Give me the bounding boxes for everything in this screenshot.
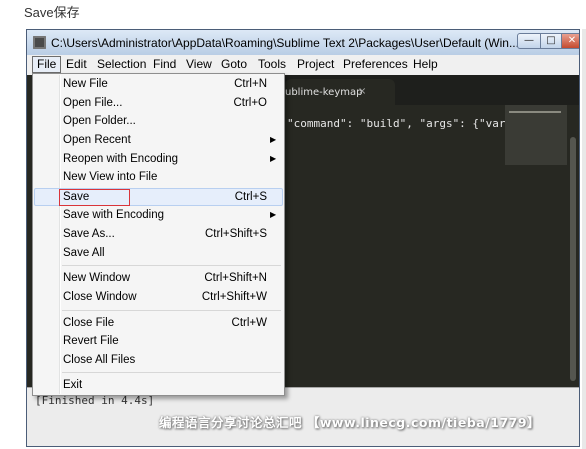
menu-item-save-with-encoding[interactable]: Save with Encoding ▶ xyxy=(34,206,283,224)
menu-item-label: Save with Encoding xyxy=(63,209,165,221)
tab-strip: ublime-keymap × xyxy=(285,75,579,105)
menu-item-save-as[interactable]: Save As... Ctrl+Shift+S xyxy=(34,225,283,243)
menu-item-label: Open File... xyxy=(63,97,123,109)
menu-item-label: New File xyxy=(63,78,108,90)
menu-goto[interactable]: Goto xyxy=(217,56,251,73)
menu-item-label: Save All xyxy=(63,247,105,259)
tab-close-icon[interactable]: × xyxy=(358,86,366,97)
menu-item-open-folder[interactable]: Open Folder... xyxy=(34,112,283,130)
menu-item-label: Save As... xyxy=(63,228,115,240)
menu-item-open-recent[interactable]: Open Recent ▶ xyxy=(34,131,283,149)
minimap[interactable] xyxy=(505,105,567,165)
menu-item-label: Close Window xyxy=(63,291,137,303)
menu-item-close-all-files[interactable]: Close All Files xyxy=(34,351,283,369)
tab-keymap[interactable]: ublime-keymap × xyxy=(285,79,395,105)
vertical-scrollbar[interactable] xyxy=(570,137,576,381)
page-edge-shade xyxy=(582,29,586,449)
menu-item-label: Reopen with Encoding xyxy=(63,153,179,165)
menu-item-close-file[interactable]: Close File Ctrl+W xyxy=(34,314,283,332)
menu-item-new-view-into-file[interactable]: New View into File xyxy=(34,168,283,186)
submenu-arrow-icon: ▶ xyxy=(270,135,277,144)
annotation-highlight-box xyxy=(59,189,130,206)
menu-edit[interactable]: Edit xyxy=(62,56,91,73)
menu-item-shortcut: Ctrl+O xyxy=(233,97,267,109)
title-bar[interactable]: C:\Users\Administrator\AppData\Roaming\S… xyxy=(27,30,579,55)
menu-item-label: New Window xyxy=(63,272,131,284)
menu-separator xyxy=(62,372,281,373)
menu-preferences[interactable]: Preferences xyxy=(339,56,412,73)
watermark-text: 编程语言分享讨论总汇吧 【www.linecg.com/tieba/1779】 xyxy=(159,415,541,430)
app-icon xyxy=(33,36,46,49)
menu-item-label: Exit xyxy=(63,379,83,391)
tab-label: ublime-keymap xyxy=(285,87,363,98)
menu-find[interactable]: Find xyxy=(149,56,180,73)
menu-item-exit[interactable]: Exit xyxy=(34,376,283,394)
console-panel[interactable]: [Finished in 4.4s] 编程语言分享讨论总汇吧 【www.line… xyxy=(27,387,579,446)
menu-item-open-file[interactable]: Open File... Ctrl+O xyxy=(34,94,283,112)
menu-item-new-window[interactable]: New Window Ctrl+Shift+N xyxy=(34,269,283,287)
menu-help[interactable]: Help xyxy=(409,56,442,73)
menu-item-shortcut: Ctrl+W xyxy=(231,317,267,329)
menu-item-label: Close All Files xyxy=(63,354,136,366)
code-line[interactable]: "command": "build", "args": {"variant xyxy=(287,117,505,130)
submenu-arrow-icon: ▶ xyxy=(270,210,277,219)
menu-item-label: Close File xyxy=(63,317,115,329)
menu-item-close-window[interactable]: Close Window Ctrl+Shift+W xyxy=(34,288,283,306)
minimize-button[interactable]: — xyxy=(517,33,541,49)
menu-item-shortcut: Ctrl+Shift+W xyxy=(201,291,267,303)
close-button[interactable]: ✕ xyxy=(561,33,579,49)
file-menu-dropdown: New File Ctrl+N Open File... Ctrl+O Open… xyxy=(32,73,285,396)
minimap-line xyxy=(509,111,561,113)
menu-project[interactable]: Project xyxy=(293,56,338,73)
menu-item-label: New View into File xyxy=(63,171,158,183)
submenu-arrow-icon: ▶ xyxy=(270,154,277,163)
menu-separator xyxy=(62,310,281,311)
maximize-button[interactable]: □ xyxy=(540,33,562,49)
page-heading: Save保存 xyxy=(24,5,80,20)
menu-item-save-all[interactable]: Save All xyxy=(34,244,283,262)
menu-item-label: Revert File xyxy=(63,335,119,347)
menu-separator xyxy=(62,265,281,266)
menu-item-shortcut: Ctrl+Shift+S xyxy=(205,228,267,240)
menu-item-shortcut: Ctrl+S xyxy=(234,191,267,203)
menu-item-shortcut: Ctrl+N xyxy=(234,78,267,90)
menu-item-new-file[interactable]: New File Ctrl+N xyxy=(34,75,283,93)
menu-item-label: Open Recent xyxy=(63,134,131,146)
menu-tools[interactable]: Tools xyxy=(254,56,290,73)
menu-item-shortcut: Ctrl+Shift+N xyxy=(204,272,267,284)
menu-view[interactable]: View xyxy=(182,56,216,73)
menu-item-revert-file[interactable]: Revert File xyxy=(34,332,283,350)
menu-selection[interactable]: Selection xyxy=(93,56,150,73)
window-title: C:\Users\Administrator\AppData\Roaming\S… xyxy=(51,36,519,50)
menu-item-reopen-with-encoding[interactable]: Reopen with Encoding ▶ xyxy=(34,150,283,168)
menu-item-label: Open Folder... xyxy=(63,115,136,127)
menu-file[interactable]: File xyxy=(32,56,62,73)
